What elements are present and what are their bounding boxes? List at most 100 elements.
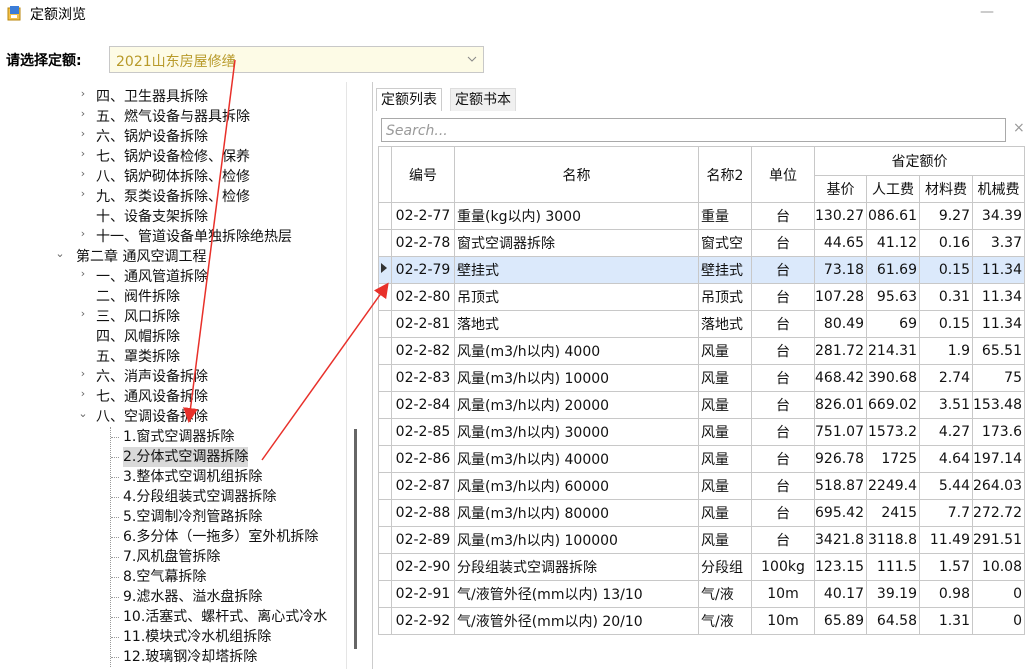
chevron-right-icon[interactable]: › — [78, 147, 88, 167]
tree-item[interactable]: 三、风口拆除 — [96, 307, 180, 327]
cell-material[interactable]: 4.64 — [919, 445, 973, 473]
table-row[interactable]: 02-2-82 风量(m3/h以内) 4000 风量台 281.72 214.31 1.9… — [378, 337, 1025, 365]
tree-item[interactable]: 1.窗式空调器拆除 — [123, 427, 234, 447]
table-row[interactable]: 02-2-86 风量(m3/h以内) 40000 风量台 926.78 1725 4.64… — [378, 445, 1025, 473]
cell-name[interactable]: 吊顶式 — [454, 283, 699, 311]
cell-name2[interactable]: 风量 — [698, 391, 752, 419]
chevron-right-icon[interactable]: › — [78, 187, 88, 207]
cell-labor[interactable]: 64.58 — [866, 607, 920, 635]
cell-code[interactable]: 02-2-92 — [391, 607, 455, 635]
cell-base[interactable]: 130.27 — [814, 202, 867, 230]
chapter-tree[interactable]: › 四、卫生器具拆除 › 五、燃气设备与器具拆除 › 六、锅炉设备拆除 › 七、锅炉设备检修、… — [0, 82, 370, 669]
cell-base[interactable]: 65.89 — [814, 607, 867, 635]
column-header-code[interactable]: 编号 — [391, 146, 455, 203]
tree-item[interactable]: 五、罩类拆除 — [96, 347, 180, 367]
cell-name2[interactable]: 分段组 — [698, 553, 752, 581]
cell-material[interactable]: 2.74 — [919, 364, 973, 392]
cell-material[interactable]: 4.27 — [919, 418, 973, 446]
cell-base[interactable]: 695.42 — [814, 499, 867, 527]
tree-item[interactable]: 八、空调设备拆除 — [96, 407, 208, 427]
table-row[interactable]: 02-2-79 壁挂式 壁挂式台 73.18 61.69 0.15 11.34 — [378, 256, 1025, 284]
cell-name[interactable]: 气/液管外径(mm以内) 20/10 — [454, 607, 699, 635]
chevron-down-icon[interactable]: ⌄ — [78, 407, 88, 427]
cell-code[interactable]: 02-2-79 — [391, 256, 455, 284]
chevron-right-icon[interactable]: › — [78, 167, 88, 187]
cell-base[interactable]: 73.18 — [814, 256, 867, 284]
tree-item[interactable]: 11.模块式冷水机组拆除 — [123, 627, 271, 647]
cell-name[interactable]: 风量(m3/h以内) 4000 — [454, 337, 699, 365]
clear-search-icon[interactable]: × — [1013, 120, 1025, 136]
cell-labor[interactable]: 1725 — [866, 445, 920, 473]
cell-name2[interactable]: 风量 — [698, 337, 752, 365]
cell-machine[interactable]: 11.34 — [972, 256, 1025, 284]
tree-item[interactable]: 6.多分体（一拖多）室外机拆除 — [123, 527, 318, 547]
cell-machine[interactable]: 11.34 — [972, 310, 1025, 338]
cell-material[interactable]: 1.57 — [919, 553, 973, 581]
cell-unit[interactable]: 台 — [751, 472, 815, 500]
cell-name2[interactable]: 气/液 — [698, 580, 752, 608]
cell-labor[interactable]: 390.68 — [866, 364, 920, 392]
table-row[interactable]: 02-2-87 风量(m3/h以内) 60000 风量台 518.87 2249.4 5.… — [378, 472, 1025, 500]
tab-quota-book[interactable]: 定额书本 — [450, 88, 516, 111]
tree-item[interactable]: 7.风机盘管拆除 — [123, 547, 220, 567]
table-row[interactable]: 02-2-90 分段组装式空调器拆除 分段组 100kg 123.15 111.5 1.57… — [378, 553, 1025, 581]
tree-item[interactable]: 二、阀件拆除 — [96, 287, 180, 307]
cell-machine[interactable]: 264.03 — [972, 472, 1025, 500]
cell-machine[interactable]: 34.39 — [972, 202, 1025, 230]
tree-item[interactable]: 十、设备支架拆除 — [96, 207, 208, 227]
table-row[interactable]: 02-2-91 气/液管外径(mm以内) 13/10 气/液 10m 40.17 39.1… — [378, 580, 1025, 608]
chevron-right-icon[interactable]: › — [78, 227, 88, 247]
cell-code[interactable]: 02-2-85 — [391, 418, 455, 446]
cell-code[interactable]: 02-2-88 — [391, 499, 455, 527]
tree-item[interactable]: 九、泵类设备拆除、检修 — [96, 187, 250, 207]
cell-machine[interactable]: 10.08 — [972, 553, 1025, 581]
cell-base[interactable]: 518.87 — [814, 472, 867, 500]
cell-unit[interactable]: 台 — [751, 364, 815, 392]
cell-name2[interactable]: 吊顶式 — [698, 283, 752, 311]
cell-unit[interactable]: 台 — [751, 418, 815, 446]
chevron-right-icon[interactable]: › — [78, 387, 88, 407]
tree-item[interactable]: 五、燃气设备与器具拆除 — [96, 107, 250, 127]
cell-name[interactable]: 风量(m3/h以内) 60000 — [454, 472, 699, 500]
cell-code[interactable]: 02-2-77 — [391, 202, 455, 230]
cell-code[interactable]: 02-2-82 — [391, 337, 455, 365]
table-row[interactable]: 02-2-83 风量(m3/h以内) 10000 风量台 468.42 390.68 2.… — [378, 364, 1025, 392]
cell-name[interactable]: 分段组装式空调器拆除 — [454, 553, 699, 581]
cell-name[interactable]: 气/液管外径(mm以内) 13/10 — [454, 580, 699, 608]
tree-item[interactable]: 六、消声设备拆除 — [96, 367, 208, 387]
cell-machine[interactable]: 75 — [972, 364, 1025, 392]
chevron-right-icon[interactable]: › — [78, 127, 88, 147]
cell-machine[interactable]: 11.34 — [972, 283, 1025, 311]
tree-item[interactable]: 六、锅炉设备拆除 — [96, 127, 208, 147]
cell-unit[interactable]: 台 — [751, 526, 815, 554]
cell-labor[interactable]: 3118.8 — [866, 526, 920, 554]
minimize-button[interactable]: — — [976, 0, 998, 26]
cell-machine[interactable]: 0 — [972, 580, 1025, 608]
cell-material[interactable]: 1.31 — [919, 607, 973, 635]
cell-material[interactable]: 0.15 — [919, 310, 973, 338]
table-row[interactable]: 02-2-80 吊顶式 吊顶式台 107.28 95.63 0.31 11.34 — [378, 283, 1025, 311]
cell-unit[interactable]: 台 — [751, 283, 815, 311]
cell-name2[interactable]: 风量 — [698, 418, 752, 446]
cell-unit[interactable]: 100kg — [751, 553, 815, 581]
cell-name[interactable]: 风量(m3/h以内) 40000 — [454, 445, 699, 473]
chevron-right-icon[interactable]: › — [78, 87, 88, 107]
cell-machine[interactable]: 197.14 — [972, 445, 1025, 473]
table-row[interactable]: 02-2-92 气/液管外径(mm以内) 20/10 气/液 10m 65.89 64.5… — [378, 607, 1025, 635]
cell-name[interactable]: 风量(m3/h以内) 20000 — [454, 391, 699, 419]
cell-unit[interactable]: 台 — [751, 310, 815, 338]
column-header-unit[interactable]: 单位 — [751, 146, 815, 203]
tree-item[interactable]: 3.整体式空调机组拆除 — [123, 467, 262, 487]
cell-code[interactable]: 02-2-81 — [391, 310, 455, 338]
column-header-base[interactable]: 基价 — [814, 175, 867, 203]
cell-unit[interactable]: 台 — [751, 229, 815, 257]
tree-item[interactable]: 四、卫生器具拆除 — [96, 87, 208, 107]
cell-base[interactable]: 468.42 — [814, 364, 867, 392]
cell-material[interactable]: 0.98 — [919, 580, 973, 608]
chevron-down-icon[interactable] — [465, 52, 479, 66]
quota-select[interactable]: 2021山东房屋修缮 — [109, 46, 484, 73]
tree-item[interactable]: 8.空气幕拆除 — [123, 567, 206, 587]
chevron-right-icon[interactable]: › — [78, 367, 88, 387]
cell-unit[interactable]: 台 — [751, 391, 815, 419]
tree-scrollbar[interactable] — [346, 82, 367, 669]
